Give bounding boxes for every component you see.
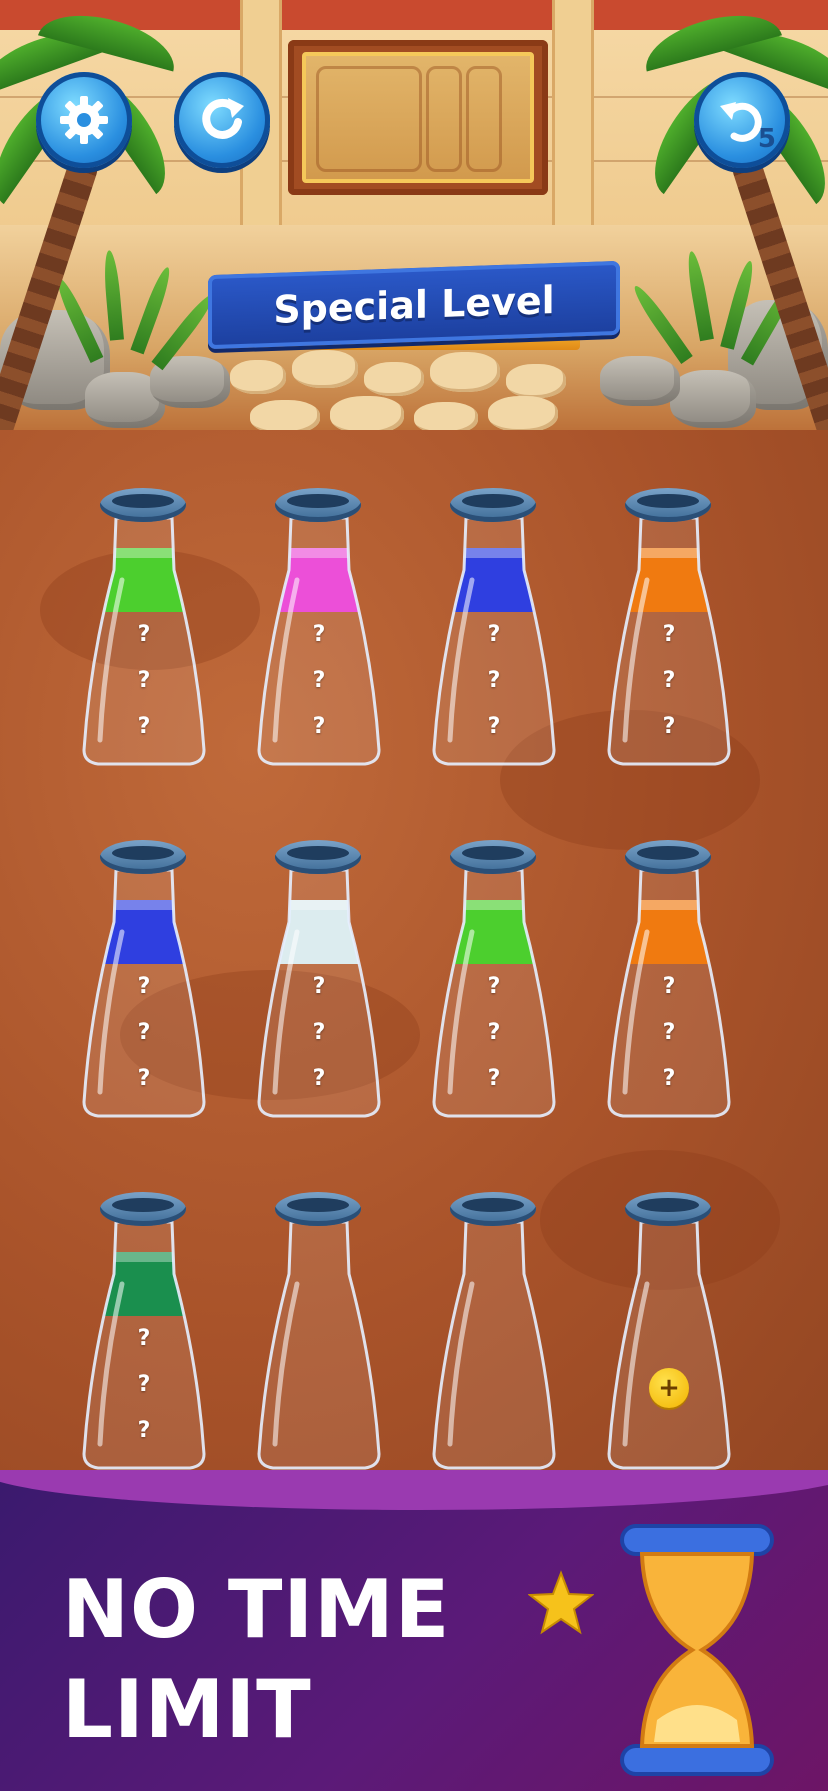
restart-button[interactable] <box>174 72 270 168</box>
bottle[interactable]: ??? <box>80 1192 208 1472</box>
bottle-cap <box>275 488 361 522</box>
bottle-cap <box>450 488 536 522</box>
hidden-layer-mark: ? <box>137 1020 151 1045</box>
hidden-layer-mark: ? <box>137 1418 151 1443</box>
hidden-layer-mark: ? <box>662 1066 676 1091</box>
temple-backdrop <box>0 0 828 450</box>
hidden-layer-mark: ? <box>312 668 326 693</box>
pebble <box>488 396 558 432</box>
bottle[interactable]: ??? <box>80 840 208 1120</box>
bottle-glass <box>605 1214 733 1470</box>
banner-title: Special Level <box>273 278 555 332</box>
bottle-cap <box>450 840 536 874</box>
promo-line-1: NO TIME <box>62 1563 451 1656</box>
bottle[interactable]: ??? <box>430 488 558 768</box>
promo-wave <box>0 1470 828 1510</box>
add-bottle-button[interactable]: + <box>649 1368 689 1408</box>
bottle-cap <box>275 840 361 874</box>
hidden-layer-mark: ? <box>662 668 676 693</box>
hidden-layer-mark: ? <box>487 1020 501 1045</box>
undo-count: 5 <box>757 124 776 154</box>
bottle-cap <box>625 1192 711 1226</box>
hidden-layer-mark: ? <box>312 714 326 739</box>
bottle[interactable]: ??? <box>80 488 208 768</box>
pebble <box>250 400 320 434</box>
hidden-layer-mark: ? <box>487 1066 501 1091</box>
hidden-layer-mark: ? <box>312 1020 326 1045</box>
promo-title: NO TIME LIMIT <box>62 1560 450 1760</box>
bottle[interactable]: + <box>605 1192 733 1472</box>
hidden-layer-mark: ? <box>137 1326 151 1351</box>
bottle-cap <box>100 488 186 522</box>
settings-button[interactable] <box>36 72 132 168</box>
hidden-layer-mark: ? <box>312 622 326 647</box>
rock <box>670 370 756 428</box>
pebble <box>292 350 358 388</box>
pebble <box>330 396 404 434</box>
hieroglyph-plaque <box>288 40 548 195</box>
hidden-layer-mark: ? <box>487 668 501 693</box>
bottle[interactable] <box>255 1192 383 1472</box>
hidden-layer-mark: ? <box>662 1020 676 1045</box>
special-level-banner: Special Level <box>208 260 620 350</box>
pebble <box>364 362 424 396</box>
bottle-cap <box>625 840 711 874</box>
hidden-layer-mark: ? <box>487 974 501 999</box>
undo-button[interactable]: 5 <box>694 72 790 168</box>
hidden-layer-mark: ? <box>137 1066 151 1091</box>
bottle-cap <box>450 1192 536 1226</box>
hidden-layer-mark: ? <box>312 974 326 999</box>
bottle[interactable]: ??? <box>605 840 733 1120</box>
pebble <box>430 352 500 392</box>
hidden-layer-mark: ? <box>487 714 501 739</box>
hidden-layer-mark: ? <box>487 622 501 647</box>
gear-icon <box>60 96 108 144</box>
pebble <box>230 360 286 394</box>
hidden-layer-mark: ? <box>662 714 676 739</box>
hidden-layer-mark: ? <box>662 622 676 647</box>
star-icon <box>528 1570 594 1635</box>
hidden-layer-mark: ? <box>312 1066 326 1091</box>
promo-footer: NO TIME LIMIT <box>0 1470 828 1791</box>
bottle-glass <box>430 1214 558 1470</box>
bottle-cap <box>100 840 186 874</box>
rock <box>600 356 680 406</box>
hidden-layer-mark: ? <box>137 714 151 739</box>
bottle[interactable]: ??? <box>605 488 733 768</box>
hidden-layer-mark: ? <box>137 668 151 693</box>
bottle[interactable]: ??? <box>430 840 558 1120</box>
hidden-layer-mark: ? <box>137 974 151 999</box>
bottle-glass <box>255 1214 383 1470</box>
restart-icon <box>202 98 244 139</box>
pebble <box>506 364 566 398</box>
bottle[interactable]: ??? <box>255 840 383 1120</box>
bottle-cap <box>100 1192 186 1226</box>
hidden-layer-mark: ? <box>137 622 151 647</box>
bottle-cap <box>625 488 711 522</box>
hourglass-icon <box>620 1524 774 1776</box>
bottle[interactable] <box>430 1192 558 1472</box>
bottle[interactable]: ??? <box>255 488 383 768</box>
promo-line-2: LIMIT <box>62 1663 312 1756</box>
bottle-cap <box>275 1192 361 1226</box>
hidden-layer-mark: ? <box>662 974 676 999</box>
hidden-layer-mark: ? <box>137 1372 151 1397</box>
